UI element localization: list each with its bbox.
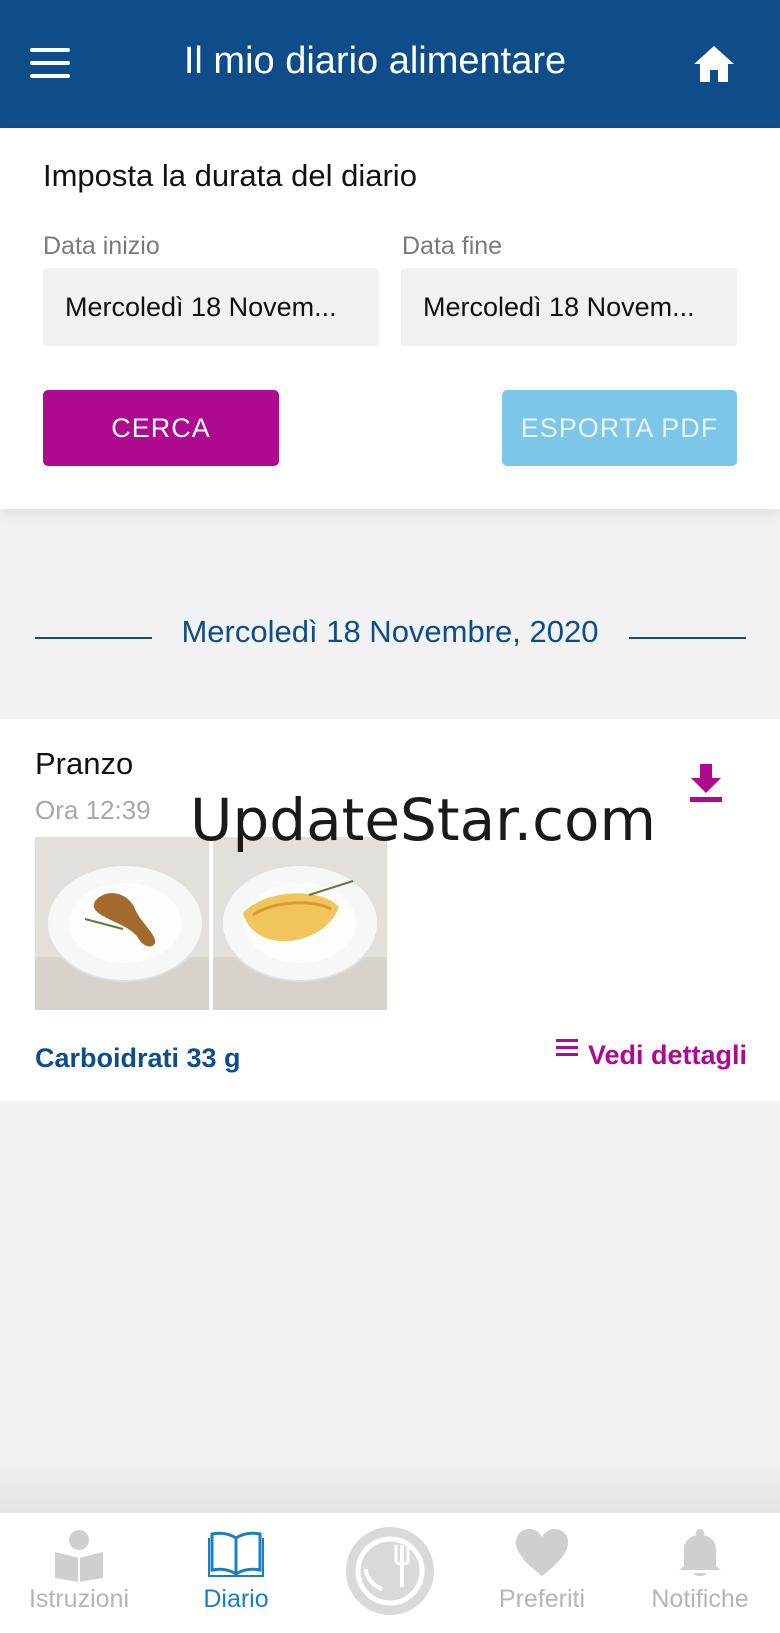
view-details-label: Vedi dettagli — [588, 1040, 748, 1070]
download-icon[interactable] — [688, 762, 724, 804]
page-title: Il mio diario alimentare — [183, 40, 567, 82]
watermark: UpdateStar.com — [190, 786, 656, 854]
nav-notifiche-label: Notifiche — [651, 1585, 749, 1613]
date-divider-right — [629, 637, 746, 639]
add-meal-button[interactable] — [346, 1527, 434, 1615]
plate-fork-icon — [355, 1536, 425, 1606]
start-date-label: Data inizio — [43, 232, 160, 260]
export-pdf-button[interactable]: ESPORTA PDF — [502, 390, 737, 466]
meal-photo-omelette[interactable] — [213, 837, 387, 1010]
meal-time: Ora 12:39 — [35, 795, 151, 825]
nav-diario[interactable] — [161, 1528, 311, 1578]
end-date-label: Data fine — [402, 232, 503, 260]
search-button[interactable]: CERCA — [43, 390, 279, 466]
range-title: Imposta la durata del diario — [43, 158, 417, 193]
book-person-icon — [55, 1530, 103, 1582]
start-date-field[interactable]: Mercoledì 18 Novem... — [43, 268, 379, 346]
nav-preferiti-label: Preferiti — [498, 1585, 586, 1613]
end-date-field[interactable]: Mercoledì 18 Novem... — [401, 268, 737, 346]
nav-notifiche[interactable] — [625, 1528, 775, 1578]
bell-icon — [679, 1529, 721, 1576]
list-icon — [556, 1039, 578, 1060]
nav-shadow — [0, 1460, 780, 1512]
heart-icon — [516, 1529, 568, 1576]
nav-preferiti[interactable] — [467, 1528, 617, 1578]
date-divider-left — [35, 637, 152, 639]
open-book-icon — [208, 1531, 264, 1577]
nav-istruzioni[interactable] — [4, 1528, 154, 1582]
day-date: Mercoledì 18 Novembre, 2020 — [181, 614, 599, 649]
nav-diario-label: Diario — [203, 1585, 269, 1613]
meal-photo-chicken[interactable] — [35, 837, 209, 1010]
view-details-link[interactable]: Vedi dettagli — [556, 1039, 748, 1076]
carbs-total: Carboidrati 33 g — [35, 1043, 241, 1073]
nav-istruzioni-label: Istruzioni — [28, 1585, 130, 1613]
home-icon[interactable] — [692, 44, 742, 88]
meal-name: Pranzo — [35, 746, 134, 781]
